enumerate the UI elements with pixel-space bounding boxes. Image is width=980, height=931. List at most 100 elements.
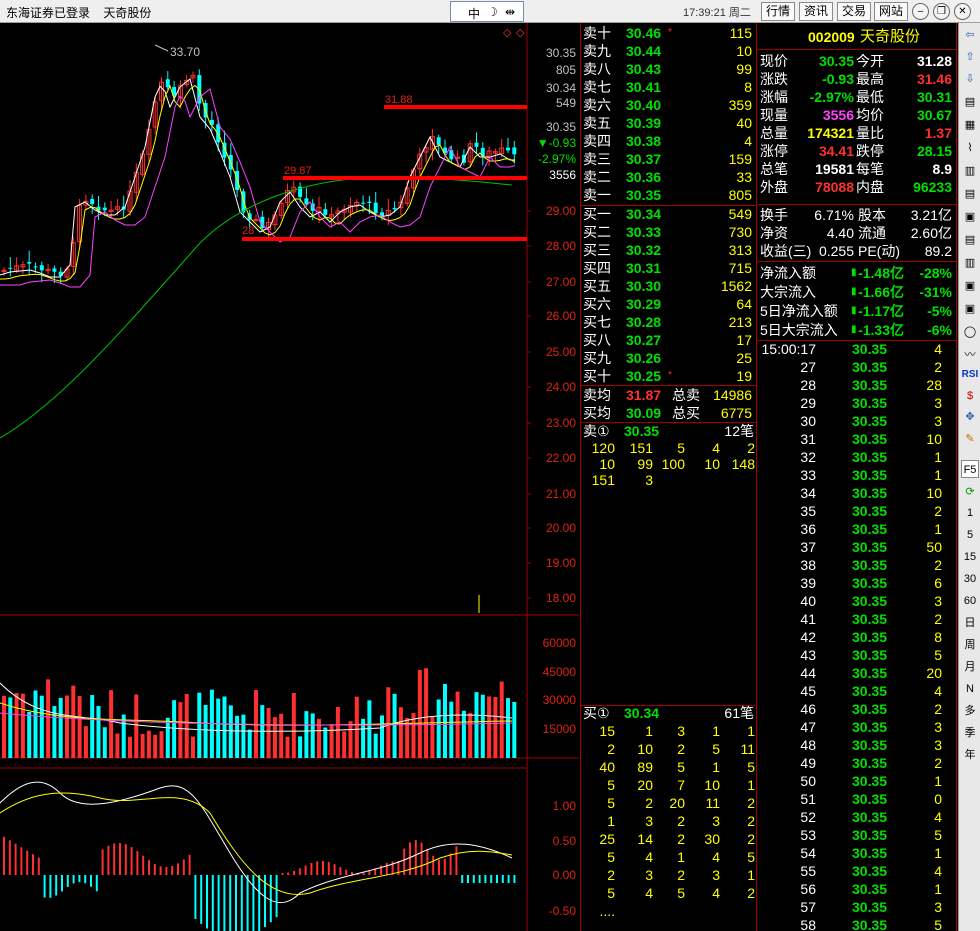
arrow-left-icon[interactable]: ⇦ xyxy=(961,26,979,44)
tick-row[interactable]: 37 30.35 50 xyxy=(758,538,956,556)
period-day[interactable]: 日 xyxy=(961,614,979,632)
tick-row[interactable]: 57 30.35 3 xyxy=(758,898,956,916)
order-book-sell-row[interactable]: 卖十 30.46 * 115 xyxy=(580,24,757,42)
period-1m[interactable]: 1 xyxy=(961,504,979,522)
order-book-sell-row[interactable]: 卖九 30.44 10 xyxy=(580,42,757,60)
tick-row[interactable]: 35 30.35 2 xyxy=(758,502,956,520)
circle-icon[interactable]: ◯ xyxy=(961,323,979,341)
tick-row[interactable]: 31 30.35 10 xyxy=(758,430,956,448)
order-book-buy-row[interactable]: 买八 30.27 17 xyxy=(580,331,757,349)
tick-row[interactable]: 49 30.35 2 xyxy=(758,754,956,772)
order-book-sell-row[interactable]: 卖二 30.36 33 xyxy=(580,168,757,186)
split-icon[interactable]: ▥ xyxy=(961,254,979,272)
order-book-sell-row[interactable]: 卖六 30.40 359 xyxy=(580,96,757,114)
tick-row[interactable]: 27 30.35 2 xyxy=(758,358,956,376)
order-book-sell-row[interactable]: 卖三 30.37 159 xyxy=(580,150,757,168)
pencil-icon[interactable]: ✎ xyxy=(961,430,979,448)
line-chart-icon[interactable]: ⌇ xyxy=(961,139,979,157)
menu-trade[interactable]: 交易 xyxy=(837,2,871,21)
f2-icon[interactable]: ▣ xyxy=(961,277,979,295)
resistance-line-29-87[interactable] xyxy=(283,176,527,180)
period-month[interactable]: 月 xyxy=(961,658,979,676)
period-15m[interactable]: 15 xyxy=(961,548,979,566)
move-icon[interactable]: ✥ xyxy=(961,408,979,426)
arrow-down-icon[interactable]: ⇩ xyxy=(961,70,979,88)
order-book-buy-row[interactable]: 买三 30.32 313 xyxy=(580,241,757,259)
refresh-icon[interactable]: ⟳ xyxy=(961,483,979,501)
tick-row[interactable]: 46 30.35 2 xyxy=(758,700,956,718)
support-line-28[interactable] xyxy=(242,237,527,241)
diamond-marker-icon[interactable]: ◇ xyxy=(503,27,512,39)
period-60m[interactable]: 60 xyxy=(961,592,979,610)
close-icon[interactable]: ✕ xyxy=(954,3,971,20)
order-book-buy-row[interactable]: 买七 30.28 213 xyxy=(580,313,757,331)
tick-row[interactable]: 52 30.35 4 xyxy=(758,808,956,826)
width-toggle-icon[interactable]: ⇹ xyxy=(505,5,515,19)
tick-row[interactable]: 47 30.35 3 xyxy=(758,718,956,736)
order-book-buy-row[interactable]: 买二 30.33 730 xyxy=(580,223,757,241)
period-5m[interactable]: 5 xyxy=(961,526,979,544)
kline-chart-area[interactable]: 33.70 31.88 29.87 28 ◇ ◇ 30.35 805 30.34… xyxy=(0,23,579,931)
tick-row[interactable]: 53 30.35 5 xyxy=(758,826,956,844)
menu-website[interactable]: 网站 xyxy=(874,2,908,21)
arrow-up-icon[interactable]: ⇧ xyxy=(961,48,979,66)
tick-row[interactable]: 42 30.35 8 xyxy=(758,628,956,646)
period-year[interactable]: 年 xyxy=(961,746,979,764)
list-icon[interactable]: ▤ xyxy=(961,93,979,111)
f10-icon[interactable]: ▣ xyxy=(961,208,979,226)
input-method-toolbar[interactable]: 中 ☽ ⇹ xyxy=(450,1,524,22)
menu-quotes[interactable]: 行情 xyxy=(761,2,795,21)
tick-row[interactable]: 44 30.35 20 xyxy=(758,664,956,682)
period-quarter[interactable]: 季 xyxy=(961,724,979,742)
restore-icon[interactable]: ❐ xyxy=(933,3,950,20)
order-book-buy-row[interactable]: 买五 30.30 1562 xyxy=(580,277,757,295)
diamond-marker-icon[interactable]: ◇ xyxy=(516,27,525,39)
menu-news[interactable]: 资讯 xyxy=(799,2,833,21)
order-book-sell-row[interactable]: 卖四 30.38 4 xyxy=(580,132,757,150)
tick-row[interactable]: 40 30.35 3 xyxy=(758,592,956,610)
tick-row[interactable]: 48 30.35 3 xyxy=(758,736,956,754)
tick-row[interactable]: 34 30.35 10 xyxy=(758,484,956,502)
moon-icon[interactable]: ☽ xyxy=(487,5,498,19)
order-book-sell-row[interactable]: 卖一 30.35 805 xyxy=(580,186,757,204)
order-book-buy-row[interactable]: 买十 30.25 * 19 xyxy=(580,367,757,385)
period-week[interactable]: 周 xyxy=(961,636,979,654)
tick-row[interactable]: 36 30.35 1 xyxy=(758,520,956,538)
tick-row[interactable]: 51 30.35 0 xyxy=(758,790,956,808)
table-icon[interactable]: ▤ xyxy=(961,185,979,203)
tick-row[interactable]: 50 30.35 1 xyxy=(758,772,956,790)
tick-row[interactable]: 15:00:17 30.35 4 xyxy=(758,340,956,358)
tick-row[interactable]: 38 30.35 2 xyxy=(758,556,956,574)
tick-row[interactable]: 28 30.35 28 xyxy=(758,376,956,394)
order-book-sell-row[interactable]: 卖五 30.39 40 xyxy=(580,114,757,132)
order-book-buy-row[interactable]: 买六 30.29 64 xyxy=(580,295,757,313)
ime-chinese-toggle[interactable]: 中 xyxy=(468,5,480,22)
compare-icon[interactable]: ▣ xyxy=(961,300,979,318)
tick-row[interactable]: 39 30.35 6 xyxy=(758,574,956,592)
period-multi[interactable]: 多 xyxy=(961,702,979,720)
tick-row[interactable]: 33 30.35 1 xyxy=(758,466,956,484)
order-book-buy-row[interactable]: 买九 30.26 25 xyxy=(580,349,757,367)
period-n[interactable]: N xyxy=(961,680,979,698)
order-book-sell-row[interactable]: 卖七 30.41 8 xyxy=(580,78,757,96)
order-book-sell-row[interactable]: 卖八 30.43 99 xyxy=(580,60,757,78)
wave-icon[interactable]: 〰 xyxy=(961,346,979,364)
dollar-icon[interactable]: $ xyxy=(961,387,979,405)
chart-detail-icon[interactable]: ▤ xyxy=(961,231,979,249)
tick-row[interactable]: 54 30.35 1 xyxy=(758,844,956,862)
tick-row[interactable]: 32 30.35 1 xyxy=(758,448,956,466)
grid-icon[interactable]: ▦ xyxy=(961,116,979,134)
period-30m[interactable]: 30 xyxy=(961,570,979,588)
tick-row[interactable]: 55 30.35 4 xyxy=(758,862,956,880)
tick-row[interactable]: 30 30.35 3 xyxy=(758,412,956,430)
tick-row[interactable]: 43 30.35 5 xyxy=(758,646,956,664)
tick-row[interactable]: 29 30.35 3 xyxy=(758,394,956,412)
tick-row[interactable]: 41 30.35 2 xyxy=(758,610,956,628)
tick-row[interactable]: 45 30.35 4 xyxy=(758,682,956,700)
bar-chart-icon[interactable]: ▥ xyxy=(961,162,979,180)
tick-row[interactable]: 56 30.35 1 xyxy=(758,880,956,898)
tick-row[interactable]: 58 30.35 5 xyxy=(758,916,956,931)
order-book-buy-row[interactable]: 买四 30.31 715 xyxy=(580,259,757,277)
order-book-buy-row[interactable]: 买一 30.34 549 xyxy=(580,205,757,223)
f5-button[interactable]: F5 xyxy=(961,460,979,478)
